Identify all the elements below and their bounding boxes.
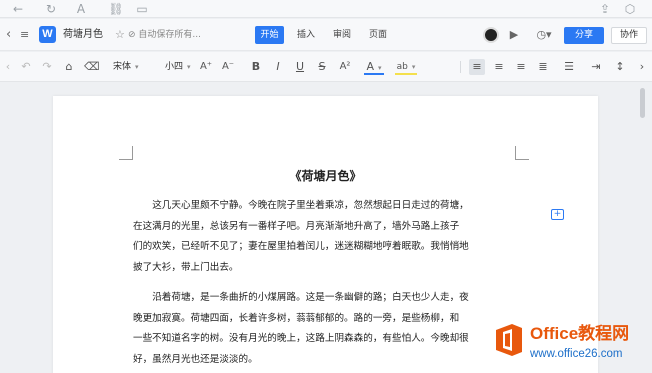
paragraph-line: 晚更加寂寞。荷塘四面，长着许多树，蓊蓊郁郁的。路的一旁，是些杨柳，和 xyxy=(133,312,460,324)
toolbar-divider xyxy=(460,61,461,73)
paragraph-line: 一些不知道名字的树。没有月光的晚上，这路上阴森森的，有些怕人。今晚却很 xyxy=(133,333,469,344)
office-logo-icon xyxy=(496,324,522,356)
chevron-down-icon: ▾ xyxy=(187,63,191,71)
highlight-button[interactable]: ab ▾ xyxy=(395,59,417,75)
menu-icon[interactable]: ≡ xyxy=(20,27,29,43)
undo-icon[interactable]: ↶ xyxy=(19,59,33,75)
star-icon[interactable]: ☆ xyxy=(115,27,125,43)
chevron-down-icon: ▾ xyxy=(411,63,416,71)
app-logo[interactable]: W xyxy=(39,26,56,43)
highlight-label: ab xyxy=(396,62,408,72)
font-color-button[interactable]: A ▾ xyxy=(364,59,384,75)
font-size-select[interactable]: 小四 ▾ xyxy=(165,60,191,74)
margin-corner-top-right xyxy=(515,146,529,160)
format-painter-icon[interactable]: ⌂ xyxy=(62,59,76,75)
watermark-name: Office教程网 xyxy=(530,324,630,343)
paragraph-line: 好，虽然月光也还是淡淡的。 xyxy=(133,353,258,365)
redo-icon[interactable]: ↷ xyxy=(40,59,54,75)
format-toolbar: ‹ ↶ ↷ ⌂ ⌫ 宋体 ▾ 小四 ▾ A⁺ A⁻ B I U S A² A ▾ ab… xyxy=(0,52,652,82)
collaborate-button[interactable]: 协作 xyxy=(611,27,647,44)
font-family-value: 宋体 xyxy=(113,62,132,72)
superscript-icon[interactable]: A² xyxy=(337,59,353,75)
font-size-value: 小四 xyxy=(165,62,184,72)
toolbar-scroll-left-icon[interactable]: ‹ xyxy=(3,59,13,75)
tab-review[interactable]: 审阅 xyxy=(327,26,357,44)
numbered-list-icon[interactable]: ☰ xyxy=(561,59,577,75)
bold-button[interactable]: B xyxy=(249,59,263,75)
paragraph-line: 在这满月的光里，总该另有一番样子吧。月亮渐渐地升高了，墙外马路上孩子 xyxy=(133,220,460,232)
vertical-scrollbar[interactable] xyxy=(640,88,645,118)
window-icon[interactable]: ▭ xyxy=(134,1,150,17)
underline-button[interactable]: U xyxy=(293,59,307,75)
tab-page[interactable]: 页面 xyxy=(363,26,393,44)
shrink-font-button[interactable]: A⁻ xyxy=(220,59,236,75)
document-title[interactable]: 荷塘月色 xyxy=(63,27,103,43)
paragraph-1[interactable]: 这几天心里颇不宁静。今晚在院子里坐着乘凉，忽然想起日日走过的荷塘， 在这满月的光… xyxy=(133,196,513,278)
document-heading[interactable]: 《荷塘月色》 xyxy=(53,168,598,184)
video-icon[interactable]: ▶ xyxy=(507,27,521,43)
browser-bar: ← ↻ A ⛓ ▭ ⇪ ⬡ xyxy=(0,0,652,18)
save-status-text: 自动保存所有... xyxy=(138,30,201,40)
link-icon[interactable]: ⛓ xyxy=(108,1,124,17)
cube-icon[interactable]: ⬡ xyxy=(622,1,638,17)
line-spacing-icon[interactable]: ↕ xyxy=(612,59,628,75)
paragraph-line: 们的欢笑，已经听不见了；妻在屋里拍着闰儿，迷迷糊糊地哼着眠歌。我悄悄地 xyxy=(133,241,469,252)
align-center-icon[interactable]: ≡ xyxy=(491,59,507,75)
align-left-icon[interactable]: ≡ xyxy=(469,59,485,75)
history-icon[interactable]: ◷▾ xyxy=(535,27,553,43)
paragraph-line: 披了大衫，带上门出去。 xyxy=(133,261,239,273)
avatar[interactable] xyxy=(483,27,499,43)
indent-icon[interactable]: ⇥ xyxy=(588,59,604,75)
site-watermark: Office教程网 www.office26.com xyxy=(490,316,652,373)
justify-icon[interactable]: ≣ xyxy=(535,59,551,75)
paragraph-line: 沿着荷塘，是一条曲折的小煤屑路。这是一条幽僻的路；白天也少人走，夜 xyxy=(152,292,469,303)
clear-format-icon[interactable]: ⌫ xyxy=(84,59,100,75)
add-comment-icon[interactable]: + xyxy=(551,209,564,220)
margin-corner-top-left xyxy=(119,146,133,160)
align-right-icon[interactable]: ≡ xyxy=(513,59,529,75)
refresh-icon[interactable]: ↻ xyxy=(43,1,59,17)
font-family-select[interactable]: 宋体 ▾ xyxy=(113,60,139,74)
save-status: ⊘ 自动保存所有... xyxy=(128,30,201,40)
tab-insert[interactable]: 插入 xyxy=(291,26,321,44)
watermark-url: www.office26.com xyxy=(530,348,623,360)
grow-font-button[interactable]: A⁺ xyxy=(198,59,214,75)
back-arrow-icon[interactable]: ← xyxy=(10,1,26,17)
tab-start[interactable]: 开始 xyxy=(255,26,284,44)
chevron-down-icon: ▾ xyxy=(378,64,382,72)
paragraph-line: 这几天心里颇不宁静。今晚在院子里坐着乘凉，忽然想起日日走过的荷塘， xyxy=(152,200,469,211)
export-icon[interactable]: ⇪ xyxy=(597,1,613,17)
strikethrough-button[interactable]: S xyxy=(315,59,329,75)
chevron-down-icon: ▾ xyxy=(135,63,139,71)
share-button[interactable]: 分享 xyxy=(564,27,604,44)
paragraph-2[interactable]: 沿着荷塘，是一条曲折的小煤屑路。这是一条幽僻的路；白天也少人走，夜 晚更加寂寞。… xyxy=(133,288,513,370)
back-chevron-icon[interactable]: ‹ xyxy=(6,27,11,43)
toolbar-scroll-right-icon[interactable]: › xyxy=(636,59,648,75)
font-icon[interactable]: A xyxy=(73,1,89,17)
font-color-label: A xyxy=(366,60,374,73)
italic-button[interactable]: I xyxy=(271,59,285,75)
title-bar: ‹ ≡ W 荷塘月色 ☆ ⊘ 自动保存所有... 开始 插入 审阅 页面 ▶ ◷… xyxy=(0,19,652,51)
